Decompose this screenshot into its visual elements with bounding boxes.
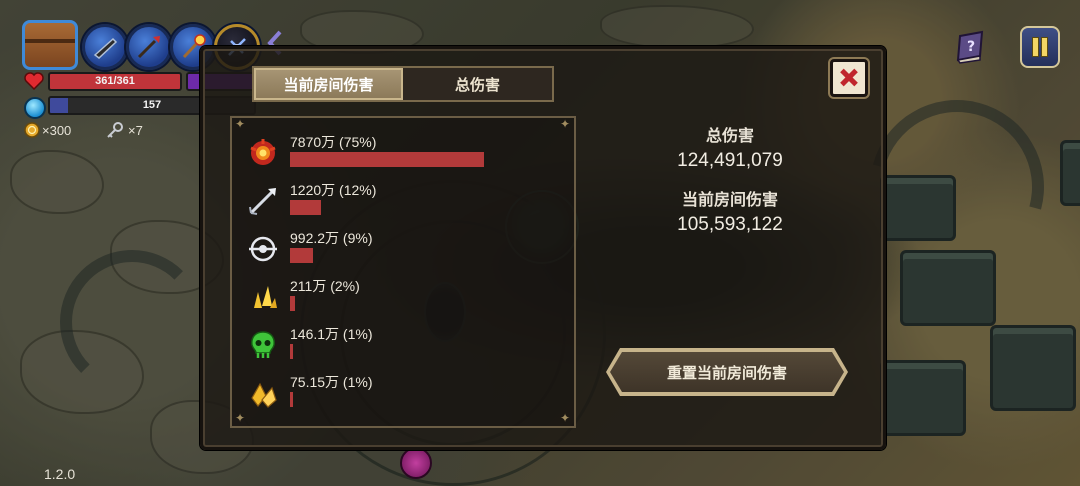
corner-ornament: ✦ — [235, 117, 246, 131]
damage-bar — [290, 152, 484, 167]
shotgun-icon[interactable] — [82, 24, 128, 70]
key-icon — [107, 122, 123, 138]
list-item: 211万 (2%) — [232, 276, 572, 324]
list-item: 7870万 (75%) — [232, 132, 572, 180]
list-item: 75.15万 (1%) — [232, 372, 572, 420]
room-damage-value: 105,593,122 — [677, 214, 783, 235]
room-damage-summary: 当前房间伤害 105,593,122 — [620, 186, 840, 236]
damage-bar — [290, 296, 295, 311]
damage-label: 7870万 (75%) — [290, 134, 377, 150]
tab-total-damage[interactable]: 总伤害 — [403, 68, 552, 100]
damage-source-list: ✦ ✦ ✦ ✦ 7870万 (75%) 1220万 (12%) 992.2万 (… — [230, 116, 576, 428]
coin-count: ×300 — [42, 123, 72, 138]
total-damage-summary: 总伤害 124,491,079 — [620, 122, 840, 172]
gold-crystals-icon — [251, 382, 277, 408]
mana-orb-icon — [24, 97, 46, 119]
fire-burst-icon — [250, 139, 276, 165]
heart-icon — [24, 72, 44, 90]
close-button[interactable] — [830, 59, 868, 97]
damage-label: 992.2万 (9%) — [290, 230, 373, 246]
coin-icon — [24, 122, 40, 138]
damage-bar — [290, 392, 293, 407]
yellow-shards-icon — [254, 286, 277, 308]
chest-icon[interactable] — [22, 20, 78, 70]
list-item: 146.1万 (1%) — [232, 324, 572, 372]
damage-bar — [290, 248, 313, 263]
damage-label: 211万 (2%) — [290, 278, 360, 294]
damage-bar — [290, 344, 293, 359]
corner-ornament: ✦ — [560, 117, 571, 131]
total-damage-title: 总伤害 — [705, 128, 754, 145]
green-skull-icon — [251, 331, 275, 358]
damage-label: 75.15万 (1%) — [290, 374, 373, 390]
version-label: 1.2.0 — [44, 466, 76, 482]
key-count: ×7 — [128, 123, 143, 138]
hp-bar: 361/361 — [48, 72, 182, 91]
help-book-icon[interactable]: ? — [952, 30, 988, 64]
hp-text: 361/361 — [95, 75, 135, 87]
damage-bar — [290, 200, 321, 215]
tab-current-room-damage[interactable]: 当前房间伤害 — [254, 68, 403, 100]
damage-label: 1220万 (12%) — [290, 182, 377, 198]
total-damage-value: 124,491,079 — [677, 150, 783, 171]
list-item: 992.2万 (9%) — [232, 228, 572, 276]
room-damage-title: 当前房间伤害 — [681, 192, 778, 209]
svg-text:?: ? — [967, 39, 975, 55]
damage-label: 146.1万 (1%) — [290, 326, 373, 342]
target-eye-icon — [249, 236, 277, 262]
list-item: 1220万 (12%) — [232, 180, 572, 228]
pause-button[interactable] — [1020, 26, 1060, 68]
spear-icon[interactable] — [126, 24, 172, 70]
pink-rune-icon — [400, 447, 432, 479]
damage-tabs: 当前房间伤害 总伤害 — [252, 66, 554, 102]
arrow-icon — [249, 188, 276, 215]
reset-room-damage-button[interactable]: 重置当前房间伤害 — [610, 352, 844, 392]
